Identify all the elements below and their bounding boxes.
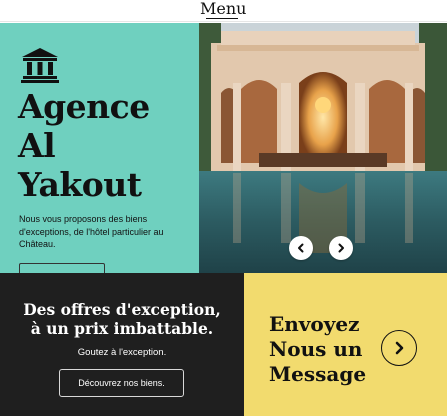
brand-title-line: Yakout (18, 165, 142, 204)
chevron-right-icon (338, 243, 344, 253)
hero-carousel (199, 23, 447, 273)
contact-panel: Envoyez Nous un Message (244, 273, 447, 416)
carousel-next-button[interactable] (329, 236, 353, 260)
brand-title-line: Al (18, 126, 56, 165)
hero-panel: Agence Al Yakout Nous vous proposons des… (0, 23, 199, 273)
brand-title-line: Agence (18, 87, 150, 126)
offer-title-line: à un prix imbattable. (30, 319, 214, 338)
contact-title-line: Envoyez (269, 312, 360, 336)
menu-link[interactable]: Menu (200, 0, 246, 20)
hero-cta-button[interactable] (19, 263, 105, 273)
top-nav-bar: Menu (0, 0, 447, 22)
brand-title: Agence Al Yakout (18, 87, 198, 204)
chevron-right-icon (395, 341, 404, 355)
brand-description: Nous vous proposons des biens d'exceptio… (19, 214, 164, 249)
send-message-button[interactable] (381, 330, 417, 366)
contact-title-line: Nous un (269, 337, 363, 361)
carousel-prev-button[interactable] (289, 236, 313, 260)
offer-title: Des offres d'exception, à un prix imbatt… (0, 300, 244, 338)
contact-title: Envoyez Nous un Message (269, 312, 389, 387)
offer-subtitle: Goutez à l'exception. (77, 347, 167, 358)
palace-photo (199, 23, 447, 273)
bank-building-icon (21, 48, 59, 83)
chevron-left-icon (298, 243, 304, 253)
contact-title-line: Message (269, 362, 367, 386)
offer-panel: Des offres d'exception, à un prix imbatt… (0, 273, 244, 416)
offer-title-line: Des offres d'exception, (23, 300, 221, 319)
discover-properties-button[interactable]: Découvrez nos biens. (59, 369, 184, 397)
